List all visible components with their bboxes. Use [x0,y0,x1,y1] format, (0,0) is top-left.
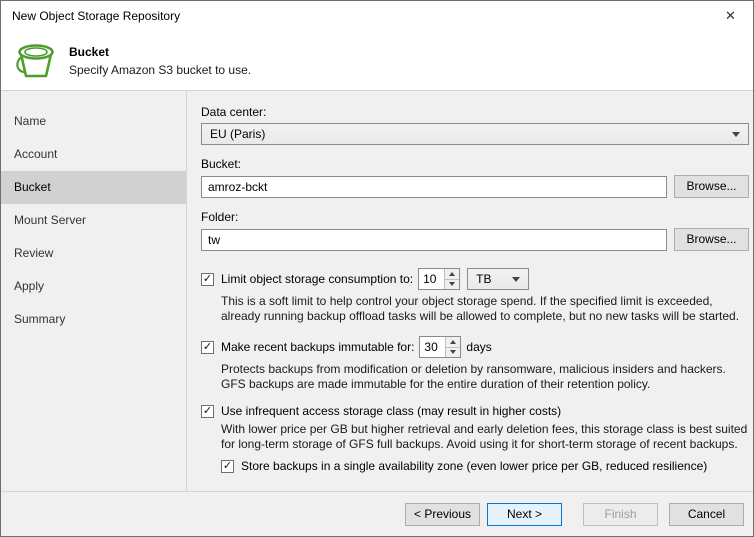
step-subtitle: Specify Amazon S3 bucket to use. [69,62,252,77]
immutable-value-spinner[interactable]: 30 [419,336,462,358]
datacenter-label: Data center: [201,105,267,119]
sidebar-item-bucket[interactable]: Bucket [1,171,186,204]
folder-input[interactable] [201,228,667,251]
immutable-value: 30 [424,340,438,354]
datacenter-selected-value: EU (Paris) [210,127,266,141]
datacenter-dropdown[interactable]: EU (Paris) [201,123,749,145]
limit-description: This is a soft limit to help control you… [221,294,740,323]
sidebar-item-review[interactable]: Review [1,237,186,270]
bucket-browse-button[interactable]: Browse... [674,175,749,198]
limit-value: 10 [423,272,437,286]
bucket-icon [16,43,54,77]
previous-button[interactable]: < Previous [405,503,480,526]
single-zone-checkbox[interactable]: ✓ [221,459,234,473]
single-zone-label: Store backups in a single availability z… [241,459,708,473]
sidebar-item-summary[interactable]: Summary [1,303,186,336]
folder-browse-button[interactable]: Browse... [674,228,749,251]
sidebar-item-apply[interactable]: Apply [1,270,186,303]
wizard-steps-sidebar: Name Account Bucket Mount Server Review … [1,91,187,491]
title-bar: New Object Storage Repository ✕ [1,1,753,31]
wizard-footer: < Previous Next > Finish Cancel [1,491,753,536]
limit-value-spinner[interactable]: 10 [418,268,461,290]
step-title: Bucket [69,44,110,59]
infrequent-access-checkbox[interactable]: ✓ [201,404,214,418]
finish-button[interactable]: Finish [583,503,658,526]
bucket-label: Bucket: [201,157,242,171]
close-button[interactable]: ✕ [708,1,753,31]
next-button[interactable]: Next > [487,503,562,526]
wizard-header: Bucket Specify Amazon S3 bucket to use. [1,31,753,91]
infrequent-access-description: With lower price per GB but higher retri… [221,422,748,451]
close-icon: ✕ [725,8,736,23]
chevron-down-icon [512,276,521,282]
infrequent-access-label: Use infrequent access storage class (may… [221,404,562,418]
limit-consumption-checkbox[interactable]: ✓ [201,272,214,286]
limit-unit-dropdown[interactable]: TB [467,268,530,290]
limit-consumption-label: Limit object storage consumption to: [221,272,414,286]
immutable-description: Protects backups from modification or de… [221,362,726,391]
sidebar-item-name[interactable]: Name [1,105,186,138]
chevron-down-icon [732,131,740,137]
window-title: New Object Storage Repository [12,9,181,23]
main-area: Name Account Bucket Mount Server Review … [1,91,753,491]
step-content: Data center: EU (Paris) Bucket: Browse..… [187,91,753,491]
cancel-button[interactable]: Cancel [669,503,744,526]
folder-label: Folder: [201,210,239,224]
sidebar-item-account[interactable]: Account [1,138,186,171]
spin-down-icon[interactable] [445,279,460,289]
limit-unit-value: TB [476,272,492,286]
spin-down-icon[interactable] [446,347,461,357]
immutable-label: Make recent backups immutable for: [221,340,415,354]
immutable-checkbox[interactable]: ✓ [201,340,214,354]
header-text-block: Bucket Specify Amazon S3 bucket to use. [69,45,251,77]
wizard-dialog: New Object Storage Repository ✕ Bucket S… [0,0,754,537]
immutable-unit-label: days [466,340,492,354]
bucket-input[interactable] [201,175,667,198]
spin-up-icon[interactable] [446,337,461,348]
spin-up-icon[interactable] [445,269,460,280]
sidebar-item-mount-server[interactable]: Mount Server [1,204,186,237]
